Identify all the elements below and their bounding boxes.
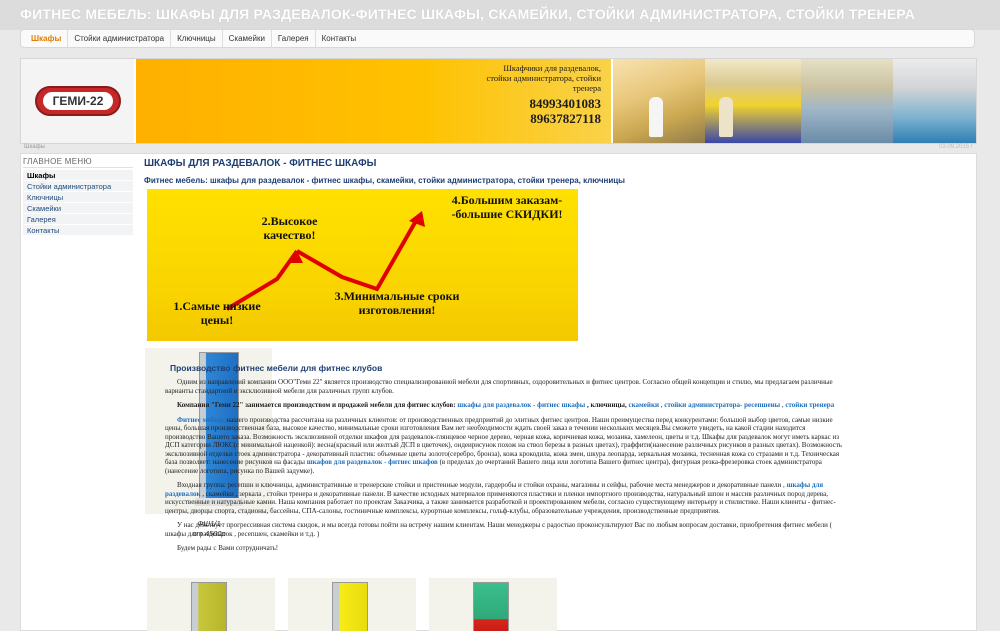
- banner-photo-blue-lockers: [893, 59, 976, 143]
- link-fitness-furniture[interactable]: Фитнес мебель: [177, 416, 225, 424]
- current-date: 03.09.2015 г: [939, 144, 973, 150]
- banner-photo-locker-room: [705, 59, 801, 143]
- promo-step-4: 4.Большим заказам- -большие СКИДКИ!: [451, 193, 563, 221]
- nav-item-admin-stands[interactable]: Стойки администратора: [68, 30, 172, 47]
- nav-item-lockers[interactable]: Шкафы: [25, 30, 69, 47]
- main-content: ШКАФЫ ДЛЯ РАЗДЕВАЛОК - ФИТНЕС ШКАФЫ Фитн…: [144, 158, 970, 538]
- breadcrumb[interactable]: Шкафы: [24, 144, 45, 150]
- banner-contact-panel: Шкафчики для раздевалок, стойки админист…: [136, 59, 611, 143]
- article-body: Одним из направлений компании ООО"Геми 2…: [165, 378, 845, 559]
- sidebar: ГЛАВНОЕ МЕНЮ Шкафы Стойки администратора…: [23, 157, 133, 236]
- logo-text: ГЕМИ-22: [52, 94, 104, 108]
- page-title: ШКАФЫ ДЛЯ РАЗДЕВАЛОК - ФИТНЕС ШКАФЫ: [144, 158, 377, 169]
- article-paragraph-5: У нас действует прогрессивная система ск…: [165, 521, 832, 538]
- banner-photo-reception: [613, 59, 705, 143]
- locker-thumb-olive[interactable]: [147, 578, 275, 631]
- nav-item-gallery[interactable]: Галерея: [272, 30, 316, 47]
- page-subtitle: Фитнес мебель: шкафы для раздевалок - фи…: [144, 176, 625, 185]
- link-admin-stands[interactable]: стойки администратора- ресепшены: [664, 401, 780, 409]
- content-frame: ГЛАВНОЕ МЕНЮ Шкафы Стойки администратора…: [20, 153, 977, 631]
- link-fitness-lockers[interactable]: шкафов для раздевалок - фитнес шкафов: [307, 458, 438, 466]
- promo-step-1: 1.Самые низкие цены!: [173, 299, 261, 327]
- article-paragraph-1: Одним из направлений компании ООО"Геми 2…: [165, 378, 833, 395]
- locker-thumb-yellow[interactable]: [288, 578, 416, 631]
- article-paragraph-6: Будем рады с Вами сотрудничать!: [177, 544, 279, 552]
- article-title: Производство фитнес мебели для фитнес кл…: [170, 363, 383, 373]
- sidebar-item-contacts[interactable]: Контакты: [23, 225, 133, 236]
- sidebar-item-gallery[interactable]: Галерея: [23, 214, 133, 225]
- logo-area[interactable]: ГЕМИ-22: [21, 59, 134, 143]
- company-logo[interactable]: ГЕМИ-22: [35, 86, 121, 116]
- phone-1: 84993401083: [529, 96, 602, 111]
- article-paragraph-3: Фитнес мебель нашего производства рассчи…: [165, 415, 843, 475]
- sidebar-title: ГЛАВНОЕ МЕНЮ: [23, 157, 133, 168]
- nav-item-contacts[interactable]: Контакты: [316, 30, 363, 47]
- sidebar-item-lockers[interactable]: Шкафы: [23, 170, 133, 181]
- main-nav: Шкафы Стойки администратора Ключницы Ска…: [20, 29, 975, 48]
- header-banner: ГЕМИ-22 Шкафчики для раздевалок, стойки …: [20, 58, 977, 144]
- banner-photo-lockers: [801, 59, 893, 143]
- link-lockers[interactable]: шкафы для раздевалок - фитнес шкафы: [457, 401, 585, 409]
- phone-2: 89637827118: [530, 111, 601, 126]
- banner-tagline: Шкафчики для раздевалок, стойки админист…: [486, 63, 601, 93]
- link-trainer-stands[interactable]: стойки тренера: [785, 401, 834, 409]
- article-paragraph-4: Входная группа: ресепшн и ключницы, адми…: [165, 481, 836, 515]
- promo-banner: 1.Самые низкие цены! 2.Высокое качество!…: [147, 189, 578, 341]
- sidebar-item-key-holders[interactable]: Ключницы: [23, 192, 133, 203]
- promo-step-3: 3.Минимальные сроки изготовления!: [334, 289, 460, 317]
- site-title: ФИТНЕС МЕБЕЛЬ: ШКАФЫ ДЛЯ РАЗДЕВАЛОК-ФИТН…: [20, 6, 916, 22]
- sidebar-item-benches[interactable]: Скамейки: [23, 203, 133, 214]
- breadcrumb-bar: Шкафы 03.09.2015 г: [20, 144, 977, 153]
- top-bar: ФИТНЕС МЕБЕЛЬ: ШКАФЫ ДЛЯ РАЗДЕВАЛОК-ФИТН…: [0, 0, 1000, 30]
- locker-thumbnails: [147, 578, 562, 631]
- promo-step-2: 2.Высокое качество!: [261, 214, 318, 242]
- link-benches[interactable]: скамейки: [629, 401, 660, 409]
- nav-item-benches[interactable]: Скамейки: [223, 30, 272, 47]
- sidebar-item-admin-stands[interactable]: Стойки администратора: [23, 181, 133, 192]
- article-paragraph-2: Компания "Геми 22" занимается производст…: [177, 401, 835, 409]
- nav-item-key-holders[interactable]: Ключницы: [171, 30, 223, 47]
- locker-thumb-green-red[interactable]: [429, 578, 557, 631]
